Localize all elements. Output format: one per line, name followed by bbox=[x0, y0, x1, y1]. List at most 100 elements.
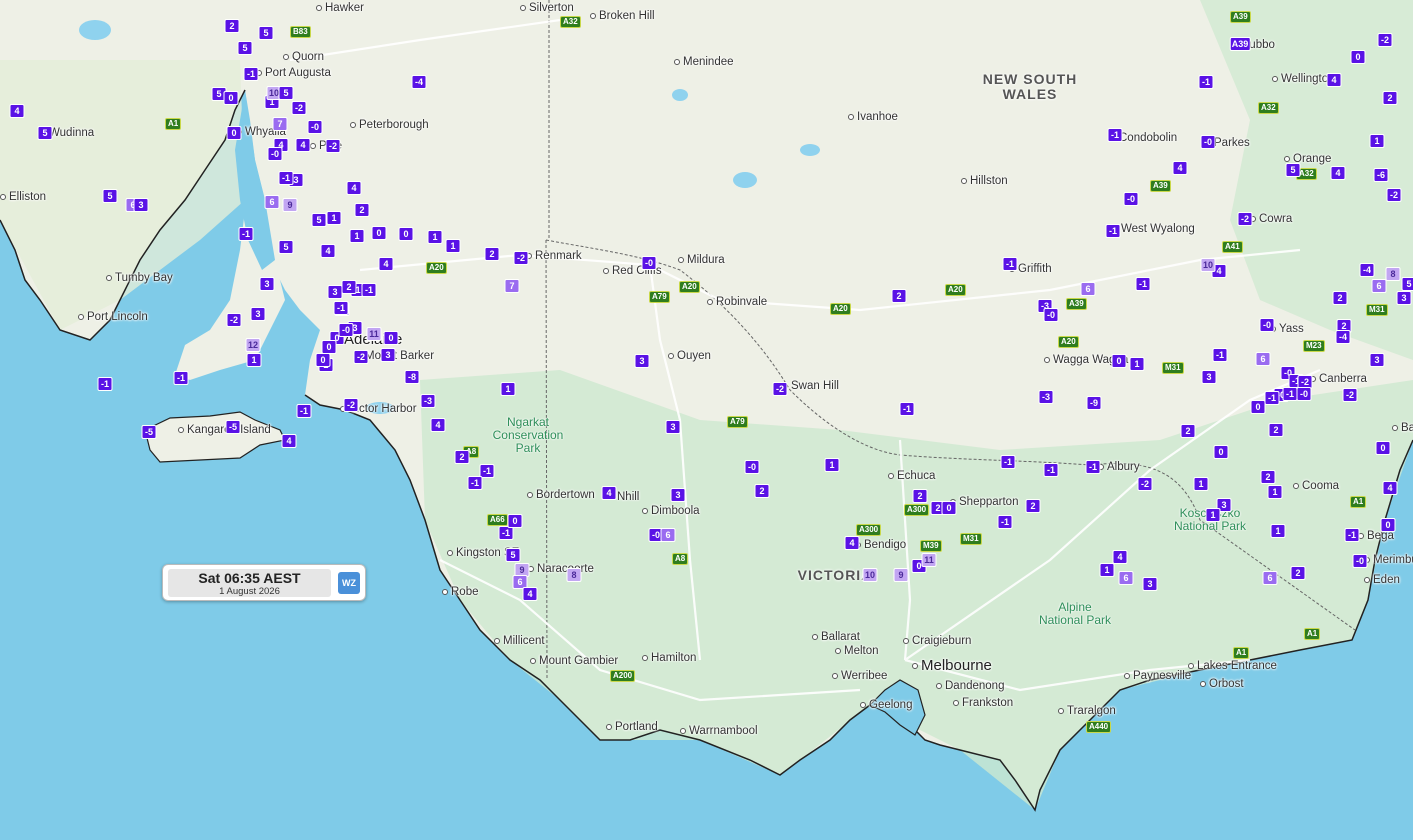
temperature-marker[interactable]: -1 bbox=[467, 476, 483, 490]
temperature-marker[interactable]: 4 bbox=[844, 536, 860, 550]
temperature-marker[interactable]: -1 bbox=[899, 402, 915, 416]
temperature-marker[interactable]: 2 bbox=[754, 484, 770, 498]
temperature-marker[interactable]: -2 bbox=[1386, 188, 1402, 202]
temperature-marker[interactable]: 4 bbox=[601, 486, 617, 500]
temperature-marker[interactable]: 3 bbox=[259, 277, 275, 291]
temperature-marker[interactable]: 4 bbox=[522, 587, 538, 601]
temperature-marker[interactable]: 3 bbox=[1396, 291, 1412, 305]
temperature-marker[interactable]: 4 bbox=[281, 434, 297, 448]
temperature-marker[interactable]: 6 bbox=[1255, 352, 1271, 366]
temperature-marker[interactable]: 1 bbox=[349, 229, 365, 243]
temperature-marker[interactable]: -4 bbox=[1335, 330, 1351, 344]
temperature-marker[interactable]: -6 bbox=[1373, 168, 1389, 182]
temperature-marker[interactable]: 1 bbox=[445, 239, 461, 253]
temperature-marker[interactable]: 2 bbox=[912, 489, 928, 503]
temperature-marker[interactable]: 2 bbox=[1025, 499, 1041, 513]
temperature-marker[interactable]: -2 bbox=[1342, 388, 1358, 402]
temperature-marker[interactable]: 0 bbox=[1213, 445, 1229, 459]
temperature-marker[interactable]: 0 bbox=[315, 353, 331, 367]
temperature-marker[interactable]: 4 bbox=[1326, 73, 1342, 87]
temperature-marker[interactable]: 1 bbox=[824, 458, 840, 472]
temperature-marker[interactable]: 5 bbox=[258, 26, 274, 40]
temperature-marker[interactable]: 2 bbox=[1382, 91, 1398, 105]
temperature-marker[interactable]: 8 bbox=[1385, 267, 1401, 281]
temperature-marker[interactable]: 5 bbox=[37, 126, 53, 140]
temperature-marker[interactable]: 1 bbox=[246, 353, 262, 367]
temperature-marker[interactable]: -0 bbox=[1352, 554, 1368, 568]
temperature-marker[interactable]: 5 bbox=[278, 86, 294, 100]
temperature-marker[interactable]: 4 bbox=[1112, 550, 1128, 564]
temperature-marker[interactable]: 10 bbox=[1200, 258, 1216, 272]
temperature-marker[interactable]: 2 bbox=[1260, 470, 1276, 484]
temperature-marker[interactable]: -2 bbox=[353, 350, 369, 364]
temperature-marker[interactable]: -2 bbox=[226, 313, 242, 327]
temperature-marker[interactable]: -2 bbox=[1377, 33, 1393, 47]
temperature-marker[interactable]: 1 bbox=[1369, 134, 1385, 148]
temperature-marker[interactable]: -1 bbox=[1282, 387, 1298, 401]
temperature-marker[interactable]: 8 bbox=[566, 568, 582, 582]
temperature-marker[interactable]: 0 bbox=[507, 514, 523, 528]
temperature-marker[interactable]: 5 bbox=[311, 213, 327, 227]
temperature-marker[interactable]: 3 bbox=[133, 198, 149, 212]
temperature-marker[interactable]: -4 bbox=[1359, 263, 1375, 277]
temperature-marker[interactable]: 5 bbox=[278, 240, 294, 254]
temperature-marker[interactable]: -0 bbox=[1200, 135, 1216, 149]
temperature-marker[interactable]: 1 bbox=[1099, 563, 1115, 577]
temperature-marker[interactable]: 0 bbox=[223, 91, 239, 105]
temperature-marker[interactable]: 1 bbox=[427, 230, 443, 244]
temperature-marker[interactable]: -1 bbox=[1105, 224, 1121, 238]
temperature-marker[interactable]: -1 bbox=[1002, 257, 1018, 271]
temperature-marker[interactable]: -8 bbox=[404, 370, 420, 384]
temperature-marker[interactable]: -5 bbox=[141, 425, 157, 439]
temperature-marker[interactable]: -5 bbox=[225, 420, 241, 434]
temperature-marker[interactable]: 0 bbox=[1380, 518, 1396, 532]
temperature-marker[interactable]: 1 bbox=[1270, 524, 1286, 538]
temperature-marker[interactable]: -1 bbox=[1000, 455, 1016, 469]
temperature-marker[interactable]: 0 bbox=[1111, 354, 1127, 368]
temperature-marker[interactable]: 1 bbox=[1129, 357, 1145, 371]
temperature-marker[interactable]: 9 bbox=[282, 198, 298, 212]
temperature-marker[interactable]: -2 bbox=[1137, 477, 1153, 491]
temperature-marker[interactable]: 11 bbox=[366, 327, 382, 341]
temperature-marker[interactable]: 4 bbox=[1330, 166, 1346, 180]
temperature-marker[interactable]: 0 bbox=[371, 226, 387, 240]
temperature-marker[interactable]: 6 bbox=[1118, 571, 1134, 585]
temperature-marker[interactable]: 6 bbox=[264, 195, 280, 209]
temperature-marker[interactable]: 1 bbox=[1193, 477, 1209, 491]
temperature-marker[interactable]: 3 bbox=[1142, 577, 1158, 591]
temperature-marker[interactable]: 6 bbox=[660, 528, 676, 542]
temperature-marker[interactable]: 0 bbox=[321, 340, 337, 354]
temperature-marker[interactable]: 3 bbox=[634, 354, 650, 368]
temperature-marker[interactable]: 2 bbox=[1332, 291, 1348, 305]
temperature-marker[interactable]: -0 bbox=[1123, 192, 1139, 206]
temperature-marker[interactable]: 3 bbox=[670, 488, 686, 502]
temperature-marker[interactable]: 6 bbox=[1080, 282, 1096, 296]
temperature-marker[interactable]: 3 bbox=[327, 285, 343, 299]
temperature-marker[interactable]: 0 bbox=[1375, 441, 1391, 455]
temperature-marker[interactable]: 5 bbox=[505, 548, 521, 562]
temperature-marker[interactable]: -1 bbox=[296, 404, 312, 418]
temperature-marker[interactable]: 2 bbox=[891, 289, 907, 303]
temperature-marker[interactable]: 4 bbox=[346, 181, 362, 195]
temperature-marker[interactable]: 4 bbox=[378, 257, 394, 271]
temperature-marker[interactable]: 6 bbox=[1371, 279, 1387, 293]
temperature-marker[interactable]: 3 bbox=[665, 420, 681, 434]
temperature-marker[interactable]: 2 bbox=[341, 280, 357, 294]
temperature-marker[interactable]: -1 bbox=[173, 371, 189, 385]
temperature-marker[interactable]: 4 bbox=[9, 104, 25, 118]
temperature-marker[interactable]: -1 bbox=[1198, 75, 1214, 89]
temperature-marker[interactable]: -0 bbox=[1296, 387, 1312, 401]
temperature-marker[interactable]: -1 bbox=[333, 301, 349, 315]
temperature-marker[interactable]: 1 bbox=[1267, 485, 1283, 499]
temperature-marker[interactable]: -1 bbox=[1107, 128, 1123, 142]
temperature-marker[interactable]: -1 bbox=[997, 515, 1013, 529]
temperature-marker[interactable]: 11 bbox=[921, 553, 937, 567]
temperature-marker[interactable]: 12 bbox=[245, 338, 261, 352]
temperature-marker[interactable]: 9 bbox=[893, 568, 909, 582]
temperature-marker[interactable]: 7 bbox=[504, 279, 520, 293]
temperature-marker[interactable]: 5 bbox=[1285, 163, 1301, 177]
temperature-marker[interactable]: -0 bbox=[744, 460, 760, 474]
temperature-marker[interactable]: 10 bbox=[862, 568, 878, 582]
temperature-marker[interactable]: 6 bbox=[1262, 571, 1278, 585]
temperature-marker[interactable]: 1 bbox=[326, 211, 342, 225]
